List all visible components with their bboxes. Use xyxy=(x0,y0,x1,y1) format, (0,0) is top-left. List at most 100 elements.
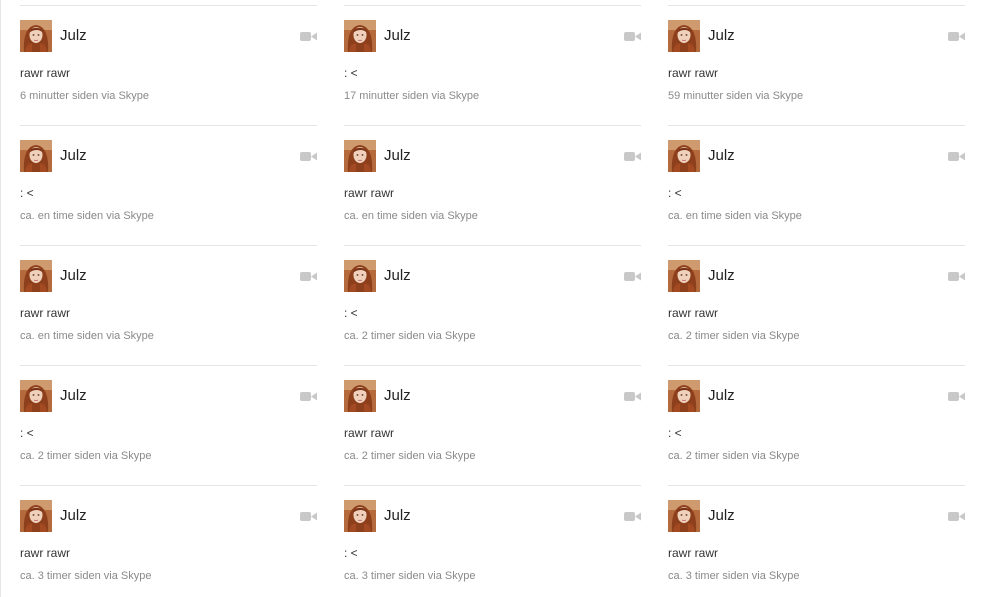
contact-name[interactable]: Julz xyxy=(708,267,735,284)
avatar[interactable] xyxy=(668,500,700,532)
timestamp-line: 59 minutter siden via Skype xyxy=(668,90,803,103)
divider xyxy=(344,125,641,126)
status-message: : < xyxy=(668,426,682,440)
video-camera-icon[interactable] xyxy=(300,269,317,281)
avatar[interactable] xyxy=(344,500,376,532)
feed-item: Julz rawr rawr ca. en time siden via Sky… xyxy=(20,240,317,360)
contact-name[interactable]: Julz xyxy=(60,27,87,44)
avatar[interactable] xyxy=(344,140,376,172)
avatar[interactable] xyxy=(344,380,376,412)
video-camera-icon[interactable] xyxy=(624,389,641,401)
contact-name[interactable]: Julz xyxy=(384,27,411,44)
service-link[interactable]: Skype xyxy=(123,210,154,222)
feed-item: Julz : < ca. en time siden via Skype xyxy=(20,120,317,240)
contact-name[interactable]: Julz xyxy=(60,387,87,404)
timestamp: ca. 3 timer siden xyxy=(20,570,101,582)
contact-name[interactable]: Julz xyxy=(708,387,735,404)
avatar[interactable] xyxy=(344,20,376,52)
timestamp: ca. en time siden xyxy=(344,210,428,222)
divider xyxy=(668,485,965,486)
video-camera-icon[interactable] xyxy=(948,269,965,281)
divider xyxy=(20,245,317,246)
user-photo-icon xyxy=(20,20,52,52)
video-camera-icon[interactable] xyxy=(300,149,317,161)
service-link[interactable]: Skype xyxy=(769,450,800,462)
feed-item: Julz : < ca. 2 timer siden via Skype xyxy=(344,240,641,360)
avatar[interactable] xyxy=(20,380,52,412)
contact-name[interactable]: Julz xyxy=(384,267,411,284)
timestamp: ca. 2 timer siden xyxy=(344,450,425,462)
service-link[interactable]: Skype xyxy=(773,90,804,102)
feed-column: Julz rawr rawr 6 minutter siden via Skyp… xyxy=(20,0,317,597)
service-link[interactable]: Skype xyxy=(771,210,802,222)
video-camera-icon[interactable] xyxy=(624,29,641,41)
feed-item: Julz : < ca. en time siden via Skype xyxy=(668,120,965,240)
contact-name[interactable]: Julz xyxy=(384,387,411,404)
video-camera-icon[interactable] xyxy=(624,509,641,521)
user-photo-icon xyxy=(668,500,700,532)
timestamp: 59 minutter siden xyxy=(668,90,753,102)
avatar[interactable] xyxy=(668,140,700,172)
divider xyxy=(344,5,641,6)
service-link[interactable]: Skype xyxy=(118,90,149,102)
feed-item: Julz : < ca. 2 timer siden via Skype xyxy=(20,360,317,480)
service-link[interactable]: Skype xyxy=(445,570,476,582)
activity-feed: Julz rawr rawr 6 minutter siden via Skyp… xyxy=(0,0,986,597)
via-label: via xyxy=(427,570,442,582)
feed-column: Julz rawr rawr 59 minutter siden via Sky… xyxy=(668,0,965,597)
contact-name[interactable]: Julz xyxy=(60,267,87,284)
service-link[interactable]: Skype xyxy=(445,330,476,342)
status-message: rawr rawr xyxy=(668,66,718,80)
timestamp: 6 minutter siden xyxy=(20,90,99,102)
via-label: via xyxy=(751,330,766,342)
video-camera-icon[interactable] xyxy=(300,509,317,521)
timestamp: ca. 3 timer siden xyxy=(344,570,425,582)
video-camera-icon[interactable] xyxy=(624,149,641,161)
user-photo-icon xyxy=(668,260,700,292)
divider xyxy=(20,485,317,486)
avatar[interactable] xyxy=(20,20,52,52)
user-photo-icon xyxy=(668,380,700,412)
video-camera-icon[interactable] xyxy=(300,389,317,401)
avatar[interactable] xyxy=(668,260,700,292)
timestamp-line: ca. 3 timer siden via Skype xyxy=(668,570,799,583)
video-camera-icon[interactable] xyxy=(624,269,641,281)
status-message: rawr rawr xyxy=(344,426,394,440)
avatar[interactable] xyxy=(20,260,52,292)
video-camera-icon[interactable] xyxy=(948,29,965,41)
timestamp-line: ca. 3 timer siden via Skype xyxy=(20,570,151,583)
contact-name[interactable]: Julz xyxy=(60,147,87,164)
contact-name[interactable]: Julz xyxy=(384,147,411,164)
service-link[interactable]: Skype xyxy=(123,330,154,342)
service-link[interactable]: Skype xyxy=(769,570,800,582)
video-camera-icon[interactable] xyxy=(948,389,965,401)
video-camera-icon[interactable] xyxy=(300,29,317,41)
feed-item: Julz rawr rawr ca. 2 timer siden via Sky… xyxy=(668,240,965,360)
service-link[interactable]: Skype xyxy=(447,210,478,222)
avatar[interactable] xyxy=(344,260,376,292)
via-label: via xyxy=(106,210,121,222)
video-camera-icon[interactable] xyxy=(948,149,965,161)
contact-name[interactable]: Julz xyxy=(384,507,411,524)
status-message: rawr rawr xyxy=(668,546,718,560)
contact-name[interactable]: Julz xyxy=(708,147,735,164)
contact-name[interactable]: Julz xyxy=(60,507,87,524)
service-link[interactable]: Skype xyxy=(769,330,800,342)
service-link[interactable]: Skype xyxy=(445,450,476,462)
timestamp-line: ca. 3 timer siden via Skype xyxy=(344,570,475,583)
via-label: via xyxy=(427,330,442,342)
service-link[interactable]: Skype xyxy=(449,90,480,102)
timestamp-line: 17 minutter siden via Skype xyxy=(344,90,479,103)
service-link[interactable]: Skype xyxy=(121,570,152,582)
avatar[interactable] xyxy=(668,20,700,52)
contact-name[interactable]: Julz xyxy=(708,507,735,524)
timestamp: ca. en time siden xyxy=(20,210,104,222)
avatar[interactable] xyxy=(20,500,52,532)
video-camera-icon[interactable] xyxy=(948,509,965,521)
avatar[interactable] xyxy=(668,380,700,412)
user-photo-icon xyxy=(668,20,700,52)
contact-name[interactable]: Julz xyxy=(708,27,735,44)
avatar[interactable] xyxy=(20,140,52,172)
timestamp: 17 minutter siden xyxy=(344,90,429,102)
service-link[interactable]: Skype xyxy=(121,450,152,462)
